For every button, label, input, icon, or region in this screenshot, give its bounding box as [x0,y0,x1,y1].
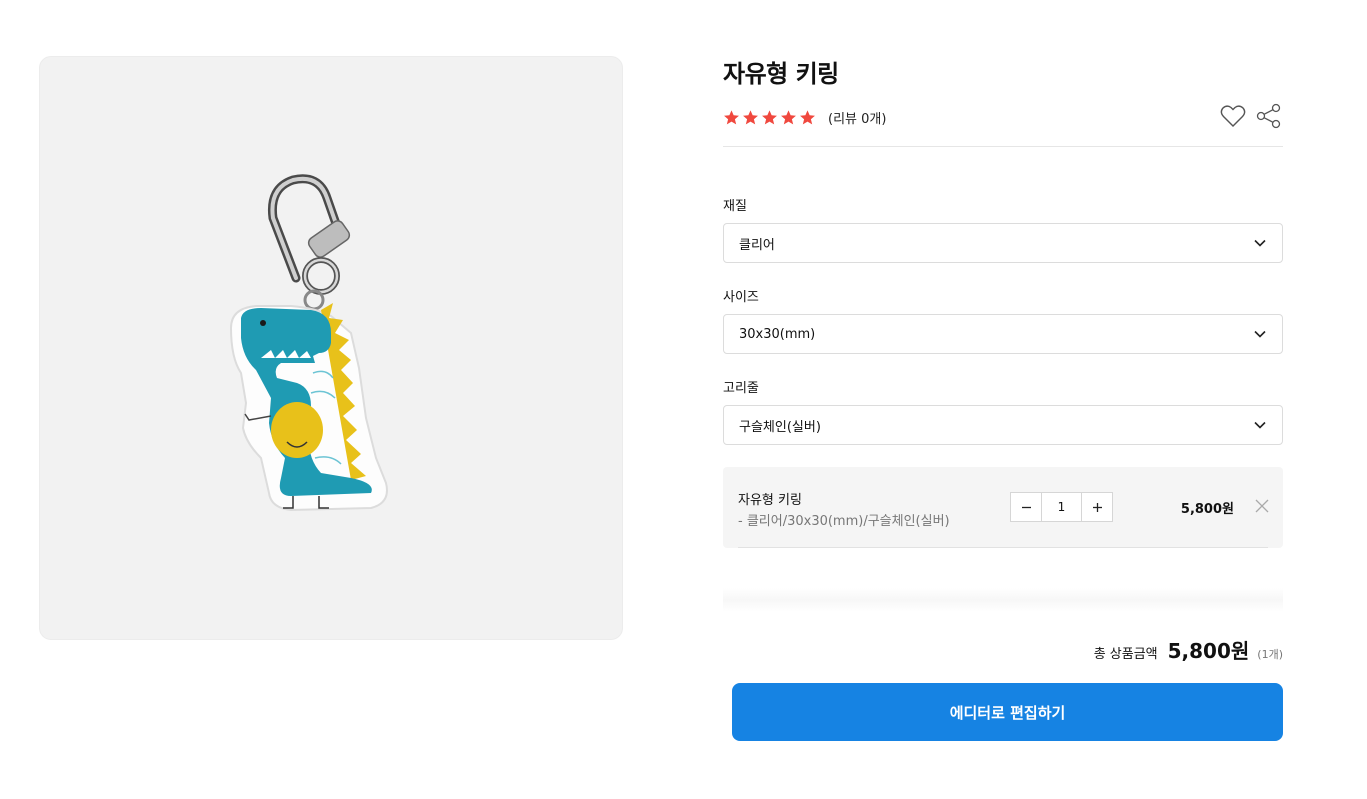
chevron-down-icon [1254,421,1266,429]
total-count: (1개) [1257,648,1283,661]
quantity-input[interactable] [1041,493,1082,521]
star-rating [723,109,816,126]
selected-item-detail: - 클리어/30x30(mm)/구슬체인(실버) [738,514,950,529]
review-count[interactable]: (리뷰 0개) [828,108,886,127]
share-icon [1256,103,1281,129]
ring-select[interactable]: 구슬체인(실버) [723,405,1283,445]
product-title: 자유형 키링 [723,60,839,88]
material-select-value: 클리어 [739,237,775,253]
material-select[interactable]: 클리어 [723,223,1283,263]
product-actions [1219,102,1283,130]
options-fade [723,588,1283,612]
option-label-material: 재질 [723,199,747,214]
product-image-gallery [39,56,623,640]
share-button[interactable] [1255,102,1283,130]
selected-item-divider [738,547,1268,548]
star-icon [743,109,758,124]
heart-icon [1220,105,1246,127]
increase-quantity-button[interactable] [1082,493,1112,521]
option-label-size: 사이즈 [723,290,759,305]
chevron-down-icon [1254,239,1266,247]
wishlist-button[interactable] [1219,102,1247,130]
header-divider [723,146,1283,147]
size-select-value: 30x30(mm) [739,326,816,342]
plus-icon [1092,502,1102,512]
chevron-down-icon [1254,330,1266,338]
ring-select-value: 구슬체인(실버) [739,419,821,435]
selected-item-name: 자유형 키링 [738,493,802,508]
star-icon [724,109,739,124]
size-select[interactable]: 30x30(mm) [723,314,1283,354]
option-label-ring: 고리줄 [723,381,759,396]
dinosaur-keyring-image [229,174,388,512]
decrease-quantity-button[interactable] [1011,493,1041,521]
rating-row: (리뷰 0개) [723,103,1283,129]
total-price: 5,800원 [1167,639,1250,663]
selected-item-price: 5,800원 [1180,502,1234,517]
close-icon[interactable] [1255,499,1269,513]
minus-icon [1021,506,1031,508]
star-icon [800,109,815,124]
star-icon [762,109,777,124]
selected-option-item: 자유형 키링 - 클리어/30x30(mm)/구슬체인(실버) 5,800원 [723,467,1283,548]
total-label: 총 상품금액 [1093,647,1158,662]
edit-in-editor-button[interactable]: 에디터로 편집하기 [732,683,1283,741]
star-icon [781,109,796,124]
quantity-stepper [1010,492,1113,522]
total-price-row: 총 상품금액 5,800원 (1개) [1094,635,1283,664]
